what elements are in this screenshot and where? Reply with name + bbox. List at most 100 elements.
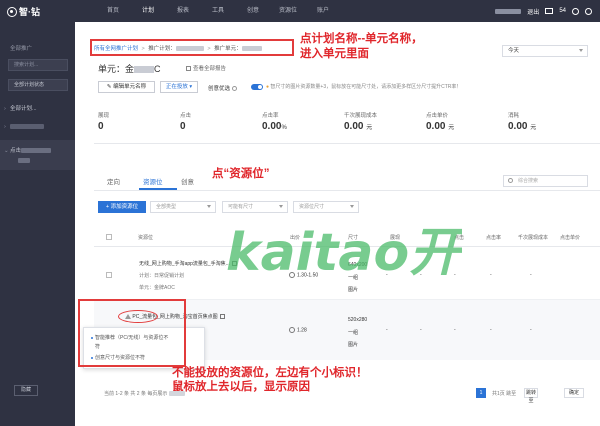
sidebar-search-input[interactable]: 搜索计划...	[8, 59, 68, 71]
bid-value[interactable]: 1.28	[289, 327, 307, 333]
nav-plans[interactable]: 计划	[133, 0, 163, 22]
search-input[interactable]: 综合搜索	[503, 175, 588, 187]
impressions-value: -	[386, 327, 388, 333]
sidebar-tree-row-3[interactable]: ⌄点击	[4, 146, 52, 154]
sidebar-tree-row-2[interactable]: ›	[4, 124, 44, 130]
nav-reports[interactable]: 报表	[168, 0, 198, 22]
watermark-graphic: kaitao开淘	[226, 223, 520, 283]
edit-unit-name-button[interactable]: ✎ 编辑单元名称	[98, 81, 155, 93]
logo-icon	[7, 6, 17, 17]
annotation-box-breadcrumb	[90, 39, 294, 56]
date-range-select[interactable]: 今天	[502, 45, 588, 57]
col-cpm[interactable]: 千次展现成本	[518, 234, 548, 241]
gear-icon[interactable]	[572, 7, 579, 15]
message-icon[interactable]	[545, 8, 554, 14]
stat-label-cpm: 千次展现成本	[344, 113, 378, 119]
go-button[interactable]: 确定	[564, 388, 584, 398]
stat-label-cost: 消耗	[508, 113, 520, 119]
tip-text: ● 智尺寸的图片资源数量+3，鼠标放在可能尺寸处，请添加更多样区分尺寸提升CTR…	[266, 84, 462, 90]
stat-label-clicks: 点击	[180, 113, 192, 119]
pencil-icon: ✎	[106, 84, 112, 90]
annotation-text-3: 不能投放的资源位，左边有个小标识！ 鼠标放上去以后，显示原因	[172, 367, 368, 393]
chevron-down-icon	[279, 205, 283, 208]
report-icon	[186, 66, 191, 72]
optimize-toggle[interactable]	[251, 84, 263, 90]
unit-title: 单元：金 C	[98, 64, 161, 74]
logout-link[interactable]: 退出	[527, 7, 539, 16]
sidebar-status-select[interactable]: 全部计划状态	[8, 79, 68, 91]
add-placement-button[interactable]: + 添加资源位	[98, 201, 146, 213]
sidebar-active-row-bg	[0, 140, 75, 170]
chevron-down-icon	[207, 205, 211, 208]
col-placement[interactable]: 资源位	[138, 234, 153, 241]
cpm-value: -	[490, 327, 492, 333]
col-ctr[interactable]: 点击率	[486, 234, 501, 241]
cpc-value: -	[530, 272, 532, 278]
clock-icon	[289, 327, 295, 333]
type-filter-select[interactable]: 全部类型	[150, 201, 216, 213]
nav-home[interactable]: 首页	[98, 0, 128, 22]
sidebar-tree-row-1[interactable]: › 全部计划...	[4, 104, 37, 112]
select-all-checkbox[interactable]	[106, 234, 112, 240]
top-navigation-bar: 智·钻 首页 计划 报表 工具 创意 资源位 账户 退出 54	[0, 0, 600, 22]
stat-label-impressions: 展现	[98, 113, 110, 119]
plan-name-blurred	[21, 148, 52, 154]
annotation-text-2: 点“资源位”	[212, 168, 270, 180]
tab-placements[interactable]: 资源位	[143, 176, 163, 186]
message-count: 54	[559, 8, 566, 14]
nav-account[interactable]: 账户	[308, 0, 338, 22]
placement-unit: 单元：金牌AOC	[139, 285, 175, 291]
stat-value-cost: 0.00 元	[508, 121, 537, 132]
size-line-3: 图片	[348, 342, 359, 348]
row-checkbox[interactable]	[106, 272, 112, 278]
watermark-text: kaitao开淘	[226, 223, 462, 283]
cpc-value: -	[530, 327, 532, 333]
annotation-box-tooltip	[78, 299, 186, 367]
pagination-goto-label: 共1页 跳至	[492, 391, 517, 397]
section-divider	[94, 143, 600, 144]
username-blurred	[495, 8, 522, 14]
stat-value-cpc: 0.00 元	[426, 121, 455, 132]
left-sidebar: 全部推广 搜索计划... 全部计划状态 › 全部计划... › ⌄点击 隐藏	[0, 22, 75, 426]
cpm-value: -	[490, 272, 492, 278]
placement-plan: 计划：日常促销计划	[139, 273, 185, 279]
chevron-down-icon	[579, 49, 583, 52]
chevron-down-icon	[350, 205, 354, 208]
stat-value-clicks: 0	[180, 121, 186, 132]
ctr-value: -	[454, 327, 456, 333]
stat-value-cpm: 0.00 元	[344, 121, 373, 132]
stat-label-ctr: 点击率	[262, 113, 279, 119]
stat-value-impressions: 0	[98, 121, 104, 132]
info-icon: ●	[266, 84, 270, 90]
size-line-2: 一组	[348, 330, 359, 336]
main-nav: 首页 计划 报表 工具 创意 资源位 账户	[98, 0, 343, 22]
plan-name-blurred	[10, 124, 44, 130]
tab-targeting[interactable]: 定向	[107, 176, 120, 186]
help-icon[interactable]	[585, 7, 592, 15]
page-input[interactable]: 跳转至	[524, 388, 538, 404]
nav-tools[interactable]: 工具	[203, 0, 233, 22]
col-cpc[interactable]: 点击单价	[560, 234, 580, 241]
tabs-divider	[94, 190, 600, 191]
help-icon	[231, 86, 237, 92]
annotation-text-1: 点计划名称--单元名称， 进入单元里面	[300, 33, 423, 60]
page-1-button[interactable]: 1	[476, 388, 486, 398]
brand-logo[interactable]: 智·钻	[7, 5, 40, 18]
logo-text: 智·钻	[19, 7, 40, 17]
pagination-summary: 当前 1-2 条 共 2 条 每页展示	[104, 390, 185, 397]
edit-icon[interactable]	[219, 314, 225, 320]
clicks-value: -	[420, 327, 422, 333]
nav-placements[interactable]: 资源位	[273, 0, 303, 22]
stat-label-cpc: 点击单价	[426, 113, 449, 119]
stat-value-ctr: 0.00%	[262, 121, 287, 132]
watermark-logo: kaitao开淘	[222, 210, 520, 290]
tab-creatives[interactable]: 创意	[181, 176, 194, 186]
status-button[interactable]: 正在投放 ▾	[160, 81, 198, 93]
nav-creatives[interactable]: 创意	[238, 0, 268, 22]
sidebar-unit-row[interactable]	[18, 158, 30, 164]
chevron-down-icon: ▾	[189, 84, 193, 90]
sidebar-collapse-button[interactable]: 隐藏	[14, 385, 38, 396]
unit-name-blurred	[134, 66, 155, 74]
search-icon	[508, 178, 513, 183]
view-report-link[interactable]: 查看全部报告	[186, 64, 226, 72]
